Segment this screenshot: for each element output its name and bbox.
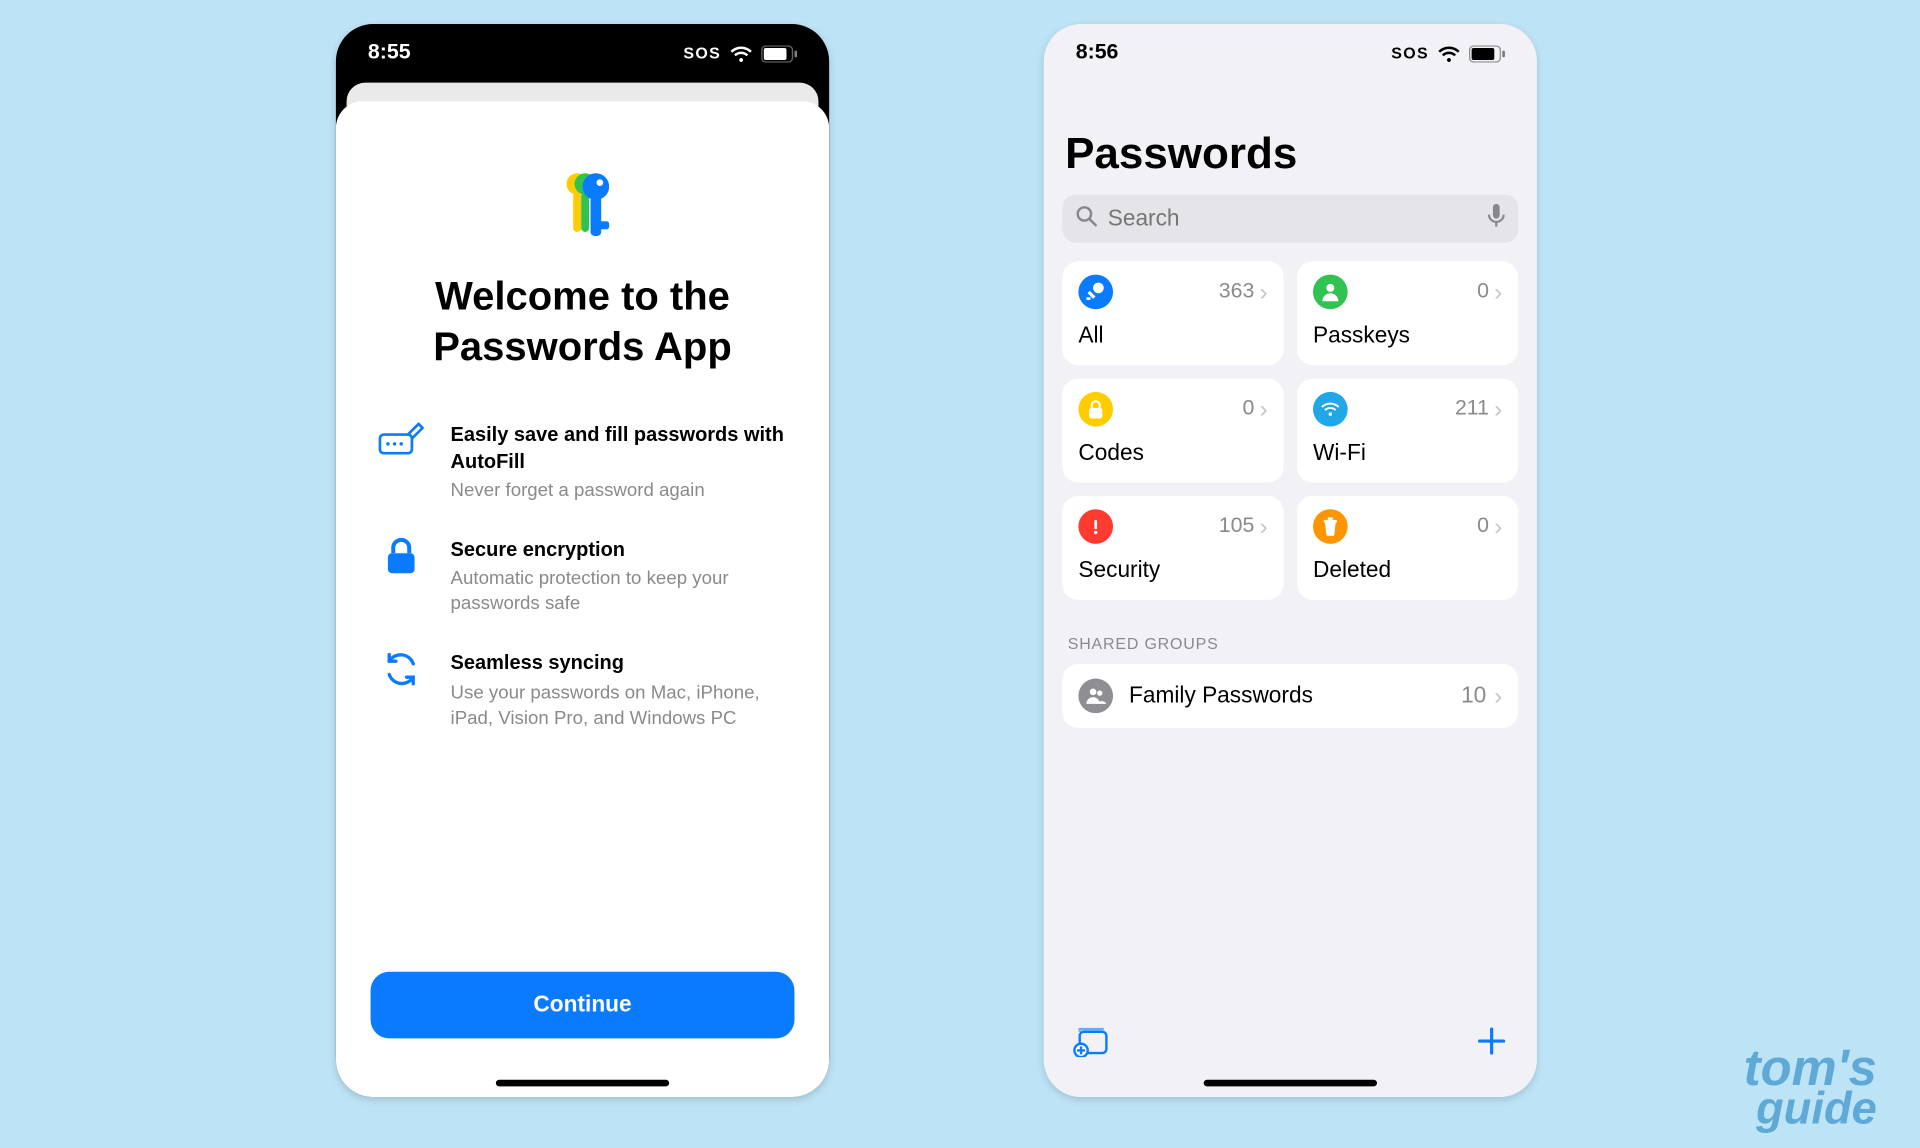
chevron-right-icon: › (1260, 397, 1268, 421)
card-count: 105 (1219, 515, 1255, 539)
welcome-sheet: Welcome to the Passwords App (336, 101, 829, 1097)
search-icon (1076, 205, 1097, 233)
welcome-title: Welcome to the Passwords App (371, 272, 795, 372)
trash-icon (1313, 509, 1348, 544)
card-count: 0 (1242, 397, 1254, 421)
wifi-icon (1437, 45, 1461, 62)
phone-welcome: 8:55 SOS (336, 24, 829, 1097)
add-button[interactable] (1476, 1024, 1508, 1063)
status-time: 8:56 (1076, 41, 1119, 65)
status-bar: 8:56 SOS (1044, 24, 1537, 83)
lockclock-icon (1078, 392, 1113, 427)
wifi-icon (729, 45, 753, 62)
feature-title: Seamless syncing (451, 651, 787, 677)
feature-autofill: Easily save and fill passwords with Auto… (371, 423, 795, 503)
feature-title: Easily save and fill passwords with Auto… (451, 423, 787, 475)
card-count: 0 (1477, 515, 1489, 539)
phone-passwords-list: 8:56 SOS Passwords (1044, 24, 1537, 1097)
chevron-right-icon: › (1494, 684, 1502, 708)
continue-button[interactable]: Continue (371, 972, 795, 1039)
card-label: Security (1078, 557, 1267, 584)
chevron-right-icon: › (1260, 515, 1268, 539)
status-sos: SOS (683, 44, 721, 63)
status-sos: SOS (1391, 44, 1429, 63)
chevron-right-icon: › (1494, 397, 1502, 421)
sync-icon (379, 651, 424, 730)
feature-encryption: Secure encryption Automatic protection t… (371, 537, 795, 616)
status-bar: 8:55 SOS (336, 24, 829, 83)
status-time: 8:55 (368, 41, 411, 65)
chevron-right-icon: › (1494, 280, 1502, 304)
mic-icon[interactable] (1488, 203, 1505, 234)
category-card-wi-fi[interactable]: 211 › Wi-Fi (1297, 379, 1518, 483)
card-count: 211 (1455, 397, 1489, 421)
passwords-app-logo-icon (545, 168, 620, 243)
shared-groups-header: SHARED GROUPS (1068, 635, 1513, 654)
page-title: Passwords (1065, 128, 1518, 179)
category-card-codes[interactable]: 0 › Codes (1062, 379, 1283, 483)
category-card-passkeys[interactable]: 0 › Passkeys (1297, 261, 1518, 365)
toms-guide-watermark: tom's guide (1697, 1047, 1877, 1129)
shared-group-row[interactable]: Family Passwords 10 › (1062, 664, 1518, 728)
import-button[interactable] (1073, 1024, 1110, 1063)
lock-icon (379, 537, 424, 616)
home-indicator (1204, 1080, 1377, 1087)
chevron-right-icon: › (1494, 515, 1502, 539)
category-card-deleted[interactable]: 0 › Deleted (1297, 496, 1518, 600)
category-card-all[interactable]: 363 › All (1062, 261, 1283, 365)
search-bar[interactable] (1062, 195, 1518, 243)
group-count: 10 (1461, 682, 1486, 709)
person-icon (1313, 275, 1348, 310)
feature-syncing: Seamless syncing Use your passwords on M… (371, 651, 795, 730)
autofill-icon (379, 423, 424, 503)
card-label: Deleted (1313, 557, 1502, 584)
feature-sub: Use your passwords on Mac, iPhone, iPad,… (451, 679, 787, 729)
group-label: Family Passwords (1129, 682, 1445, 709)
card-label: Codes (1078, 440, 1267, 467)
card-label: All (1078, 323, 1267, 350)
search-input[interactable] (1108, 205, 1477, 232)
card-label: Wi-Fi (1313, 440, 1502, 467)
battery-icon (761, 45, 797, 62)
group-icon (1078, 678, 1113, 713)
chevron-right-icon: › (1260, 280, 1268, 304)
wifi-icon (1313, 392, 1348, 427)
card-count: 0 (1477, 280, 1489, 304)
feature-sub: Automatic protection to keep your passwo… (451, 566, 787, 616)
battery-icon (1469, 45, 1505, 62)
feature-title: Secure encryption (451, 537, 787, 563)
key-icon (1078, 275, 1113, 310)
card-count: 363 (1219, 280, 1255, 304)
feature-sub: Never forget a password again (451, 477, 787, 502)
alert-icon (1078, 509, 1113, 544)
card-label: Passkeys (1313, 323, 1502, 350)
home-indicator (496, 1080, 669, 1087)
category-card-security[interactable]: 105 › Security (1062, 496, 1283, 600)
